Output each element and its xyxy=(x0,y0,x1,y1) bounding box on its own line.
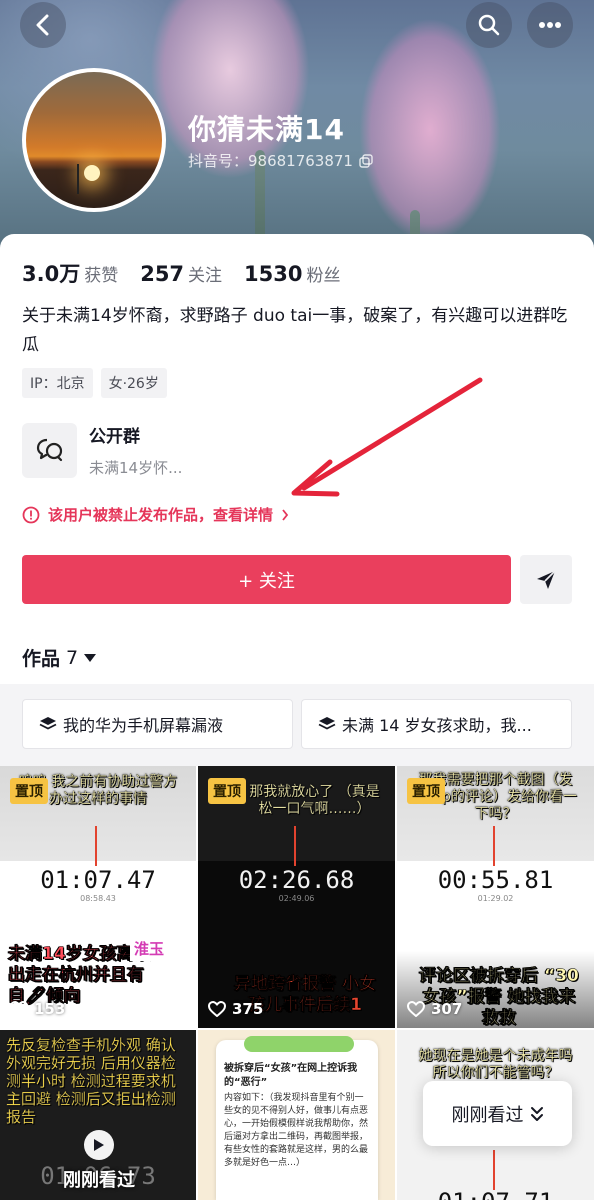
group-subtitle: 未满14岁怀... xyxy=(89,459,183,477)
video-timer: 01:07.47 xyxy=(40,866,156,894)
pinned-badge: 置顶 xyxy=(208,778,246,804)
caret-down-icon xyxy=(84,653,97,662)
double-chevron-down-icon xyxy=(530,1106,543,1121)
video-timer: 00:55.81 xyxy=(437,866,554,894)
nickname: 你猜未满14 xyxy=(188,113,345,146)
collections-strip: 我的华为手机屏幕漏液 未满 14 岁女孩求助，我... xyxy=(0,684,594,766)
search-icon xyxy=(478,14,500,36)
ban-notice-text: 该用户被禁止发布作品，查看详情 xyxy=(48,506,274,524)
video-thumbnail[interactable]: 被拆穿后“女孩”在网上控诉我的“恶行” 内容如下：（我发现抖音里有个别一些女的见… xyxy=(198,1030,395,1200)
stat-likes-label: 获赞 xyxy=(84,266,119,286)
douyin-id-row[interactable]: 抖音号：98681763871 xyxy=(188,150,373,171)
recently-viewed-button[interactable]: 刚刚看过 xyxy=(423,1081,572,1146)
copy-icon[interactable] xyxy=(359,153,373,168)
stack-icon xyxy=(39,717,57,730)
video-timer-sub: 08:58.43 xyxy=(80,894,116,903)
stats-row: 3.0万 获赞 257 关注 1530 粉丝 xyxy=(22,258,341,288)
gender-age-tag: 女·26岁 xyxy=(100,368,167,398)
timer-needle xyxy=(95,826,97,866)
recently-viewed-text: 刚刚看过 xyxy=(451,1104,524,1126)
back-icon xyxy=(36,14,49,36)
video-timer: 02:26.68 xyxy=(238,866,355,894)
like-count: 153 xyxy=(10,1000,65,1018)
timer-needle xyxy=(493,1150,495,1190)
stat-following-label: 关注 xyxy=(188,266,223,286)
like-count-value: 307 xyxy=(431,1000,463,1018)
video-thumbnail[interactable]: 呜呜 我之前有协助过警方 办过这样的事情 置顶 01:07.47 08:58.4… xyxy=(0,766,196,1028)
heart-icon xyxy=(10,1001,28,1017)
video-timer-sub: 02:49.06 xyxy=(278,894,315,903)
heart-icon xyxy=(208,1001,226,1017)
works-tab[interactable]: 作品 7 xyxy=(22,644,97,671)
profile-banner: 你猜未满14 抖音号：98681763871 xyxy=(0,0,594,250)
stat-followers-label: 粉丝 xyxy=(306,266,341,286)
video-thumbnail[interactable]: 那我需要把那个截图（发她行p的评论）发给你看一下吗？ 置顶 00:55.81 0… xyxy=(397,766,594,1028)
group-entry[interactable]: 公开群 未满14岁怀... xyxy=(22,422,182,478)
more-button[interactable] xyxy=(527,2,573,48)
collection-item[interactable]: 我的华为手机屏幕漏液 xyxy=(22,699,293,749)
note-body: 内容如下：（我发现抖音里有个别一些女的见不得别人好，做事儿有点恶心，一开始假模假… xyxy=(224,1093,369,1168)
video-caption-top: 她现在是她是个未成年吗 所以你们不能管吗？ xyxy=(418,1048,573,1081)
group-chat-icon xyxy=(22,422,77,478)
video-thumbnail[interactable]: 那我就放心了 （真是松一口气啊……） 置顶 02:26.68 02:49.06 … xyxy=(198,766,395,1028)
back-button[interactable] xyxy=(20,2,66,48)
group-title: 公开群 xyxy=(89,427,140,447)
collection-item[interactable]: 未满 14 岁女孩求助，我... xyxy=(301,699,572,749)
chevron-right-icon xyxy=(282,508,289,521)
note-title: 被拆穿后“女孩”在网上控诉我的“恶行” xyxy=(224,1063,358,1088)
recently-viewed-label: 刚刚看过 xyxy=(63,1170,135,1191)
heart-icon xyxy=(407,1001,425,1017)
avatar-pole xyxy=(77,164,79,194)
ip-tag: IP：北京 xyxy=(22,368,93,398)
follow-button[interactable]: + 关注 xyxy=(22,555,511,604)
video-caption: 评论区被拆穿后 “30女孩”报警 她找我来救救 xyxy=(419,966,579,1028)
video-timer-sub: 01:29.02 xyxy=(477,894,514,903)
stat-likes-value: 3.0万 xyxy=(22,262,81,286)
like-count: 307 xyxy=(407,1000,462,1018)
annotation-arrow xyxy=(291,377,483,497)
send-icon xyxy=(537,569,556,589)
name-tag: 淮玉 xyxy=(130,936,169,961)
search-button[interactable] xyxy=(466,2,512,48)
collection-label: 我的华为手机屏幕漏液 xyxy=(63,716,224,735)
stat-following-value: 257 xyxy=(140,262,185,286)
share-button[interactable] xyxy=(520,555,572,604)
play-button[interactable] xyxy=(84,1130,114,1160)
works-tab-label: 作品 xyxy=(22,648,61,670)
tags-row: IP：北京 女·26岁 xyxy=(22,368,167,398)
stat-followers[interactable]: 1530 粉丝 xyxy=(244,261,340,286)
like-count-value: 375 xyxy=(232,1000,264,1018)
stat-following[interactable]: 257 关注 xyxy=(140,261,222,286)
video-caption-top: 先反复检查手机外观 确认外观完好无损 后用仪器检测半小时 检测过程要求机主回避 … xyxy=(6,1036,176,1126)
timer-needle xyxy=(493,826,495,866)
avatar[interactable] xyxy=(22,68,166,212)
video-thumbnail[interactable]: 先反复检查手机外观 确认外观完好无损 后用仪器检测半小时 检测过程要求机主回避 … xyxy=(0,1030,196,1200)
stack-icon xyxy=(318,717,336,730)
ban-notice[interactable]: 该用户被禁止发布作品，查看详情 xyxy=(22,504,289,525)
pinned-badge: 置顶 xyxy=(10,778,48,804)
works-tab-count: 7 xyxy=(66,646,79,669)
warning-icon xyxy=(22,506,40,523)
pinned-badge: 置顶 xyxy=(407,778,445,804)
bio: 关于未满14岁怀裔，求野路子 duo tai一事，破案了，有兴趣可以进群吃瓜 xyxy=(22,306,568,355)
note-clip xyxy=(244,1036,354,1052)
like-count-value: 153 xyxy=(34,1000,66,1018)
play-icon xyxy=(94,1139,104,1151)
douyin-id: 抖音号：98681763871 xyxy=(188,152,353,170)
avatar-sun xyxy=(84,165,100,181)
stat-followers-value: 1530 xyxy=(244,262,303,286)
more-icon xyxy=(539,22,561,28)
like-count: 375 xyxy=(208,1000,263,1018)
note-card: 被拆穿后“女孩”在网上控诉我的“恶行” 内容如下：（我发现抖音里有个别一些女的见… xyxy=(216,1036,378,1200)
timer-needle xyxy=(294,826,296,866)
stat-likes[interactable]: 3.0万 获赞 xyxy=(22,258,118,288)
collection-label: 未满 14 岁女孩求助，我... xyxy=(342,716,532,735)
video-timer: 01:07.71 xyxy=(397,1188,594,1200)
